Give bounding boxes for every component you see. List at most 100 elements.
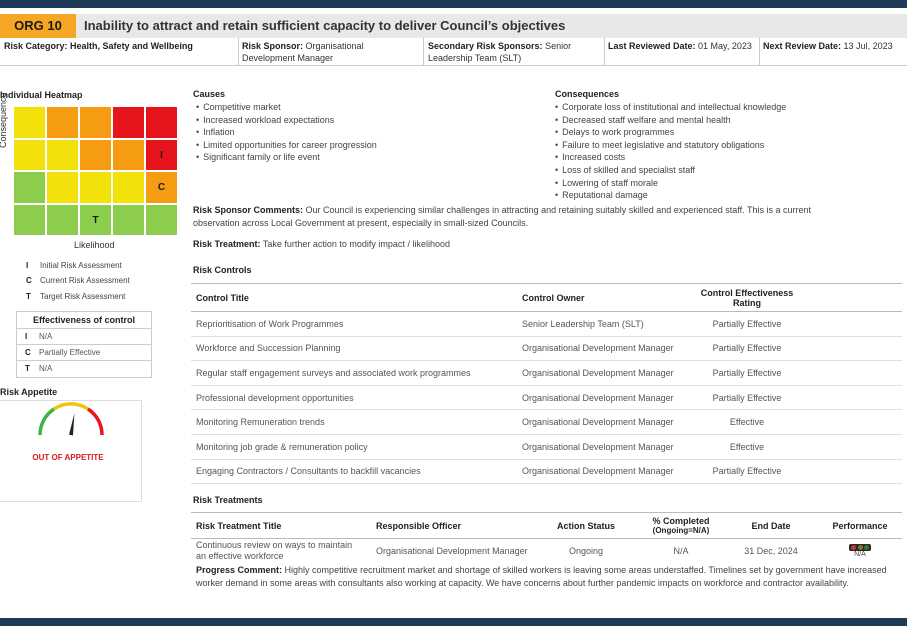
heatmap-cell: [112, 203, 145, 236]
traffic-amber-dot: [857, 545, 863, 550]
risk-treatment-line: Risk Treatment: Take further action to m…: [193, 239, 450, 249]
control-rating: Effective: [729, 441, 765, 452]
legend-current: C Current Risk Assessment: [26, 276, 130, 285]
controls-table: Control Title Control Owner Control Effe…: [191, 283, 902, 485]
heatmap-marker-c: C: [145, 171, 178, 204]
col-responsible-officer: Responsible Officer: [376, 520, 462, 531]
heatmap-cell: [79, 106, 112, 139]
list-item: Loss of skilled and specialist staff: [555, 164, 786, 177]
effectiveness-table: Effectiveness of control I N/A C Partially…: [16, 311, 152, 378]
risk-sponsor: Risk Sponsor: Organisational Development…: [242, 41, 364, 63]
appetite-panel: OUT OF APPETITE: [0, 400, 142, 502]
heatmap-cell: [13, 203, 46, 236]
control-title: Reprioritisation of Work Programmes: [196, 318, 344, 329]
controls-header: Control Title Control Owner Control Effe…: [191, 283, 902, 312]
heatmap: ICT: [13, 106, 178, 236]
meta-row: Risk Category: Health, Safety and Wellbe…: [0, 38, 907, 66]
controls-body: Reprioritisation of Work Programmes Seni…: [191, 312, 902, 485]
control-rating: Partially Effective: [712, 343, 782, 354]
risk-title: Inability to attract and retain sufficie…: [84, 18, 566, 33]
top-bar: [0, 0, 907, 8]
traffic-green-dot: [864, 545, 869, 550]
heatmap-cell: [145, 106, 178, 139]
col-control-title: Control Title: [196, 292, 249, 303]
org-code-badge: ORG 10: [0, 14, 76, 38]
controls-title: Risk Controls: [193, 265, 252, 275]
divider: [423, 38, 424, 66]
control-owner: Organisational Development Manager: [522, 367, 674, 378]
treatment-title: Continuous review on ways to maintain an…: [196, 540, 353, 561]
control-owner: Organisational Development Manager: [522, 343, 674, 354]
heatmap-cell: [145, 203, 178, 236]
title-row: ORG 10 Inability to attract and retain s…: [0, 14, 907, 38]
heatmap-cell: [79, 171, 112, 204]
causes-title: Causes: [193, 89, 226, 99]
responsible-officer: Organisational Development Manager: [376, 546, 528, 556]
table-row: Workforce and Succession Planning Organi…: [191, 337, 902, 362]
heatmap-x-label: Likelihood: [74, 240, 115, 250]
list-item: Corporate loss of institutional and inte…: [555, 101, 786, 114]
progress-comment: Progress Comment: Highly competitive rec…: [196, 565, 887, 588]
traffic-light-icon: [849, 544, 871, 551]
list-item: Lowering of staff morale: [555, 177, 786, 190]
list-item: Reputational damage: [555, 189, 786, 202]
col-performance: Performance: [832, 520, 888, 531]
appetite-title: Risk Appetite: [0, 387, 58, 397]
control-title: Monitoring job grade & remuneration poli…: [196, 441, 368, 452]
consequences-list: Corporate loss of institutional and inte…: [555, 101, 786, 202]
effectiveness-row: I N/A: [17, 329, 151, 345]
effectiveness-title: Effectiveness of control: [17, 312, 151, 329]
gauge-red-arc: [86, 407, 104, 436]
gauge-needle: [69, 413, 75, 436]
appetite-status: OUT OF APPETITE: [32, 453, 104, 462]
list-item: Competitive market: [196, 101, 377, 114]
next-review: Next Review Date: 13 Jul, 2023: [763, 41, 893, 51]
heatmap-cell: [79, 138, 112, 171]
table-row: Professional development opportunities O…: [191, 386, 902, 411]
control-title: Workforce and Succession Planning: [196, 343, 341, 354]
treatments-title: Risk Treatments: [193, 495, 263, 505]
list-item: Failure to meet legislative and statutor…: [555, 139, 786, 152]
divider: [238, 38, 239, 66]
control-owner: Organisational Development Manager: [522, 441, 674, 452]
table-row: Reprioritisation of Work Programmes Seni…: [191, 312, 902, 337]
sponsor-comments: Risk Sponsor Comments: Our Council is ex…: [193, 205, 811, 228]
bottom-bar: [0, 618, 907, 626]
table-row: Regular staff engagement surveys and ass…: [191, 361, 902, 386]
performance-indicator: N/A: [821, 539, 899, 563]
control-title: Engaging Contractors / Consultants to ba…: [196, 466, 421, 477]
effectiveness-row: T N/A: [25, 364, 53, 373]
heatmap-y-label: Consequence: [0, 92, 8, 148]
col-control-owner: Control Owner: [522, 292, 585, 303]
heatmap-marker-i: I: [145, 138, 178, 171]
table-row: Monitoring job grade & remuneration poli…: [191, 435, 902, 460]
effectiveness-row: C Partially Effective: [17, 345, 151, 361]
control-owner: Organisational Development Manager: [522, 392, 674, 403]
end-date: 31 Dec, 2024: [744, 546, 798, 556]
last-reviewed: Last Reviewed Date: 01 May, 2023: [608, 41, 752, 51]
heatmap-marker-t: T: [79, 203, 112, 236]
list-item: Increased costs: [555, 151, 786, 164]
heatmap-cell: [112, 138, 145, 171]
heatmap-cell: [112, 171, 145, 204]
control-rating: Partially Effective: [712, 367, 782, 378]
legend-target: T Target Risk Assessment: [26, 292, 126, 301]
col-percent-completed: % Completed (Ongoing=N/A): [652, 516, 710, 535]
control-owner: Organisational Development Manager: [522, 466, 674, 477]
legend-initial: I Initial Risk Assessment: [26, 261, 122, 270]
heatmap-cell: [46, 106, 79, 139]
consequences-title: Consequences: [555, 89, 620, 99]
control-rating: Partially Effective: [712, 318, 782, 329]
heatmap-cell: [46, 138, 79, 171]
table-row: Monitoring Remuneration trends Organisat…: [191, 410, 902, 435]
col-end-date: End Date: [751, 520, 791, 531]
table-row: Continuous review on ways to maintain an…: [191, 539, 902, 563]
action-status: Ongoing: [568, 546, 604, 556]
control-title: Regular staff engagement surveys and ass…: [196, 367, 471, 378]
divider: [604, 38, 605, 66]
heatmap-title: Individual Heatmap: [0, 90, 83, 100]
control-rating: Partially Effective: [712, 392, 782, 403]
heatmap-cell: [13, 138, 46, 171]
control-owner: Senior Leadership Team (SLT): [522, 318, 644, 329]
heatmap-cell: [112, 106, 145, 139]
